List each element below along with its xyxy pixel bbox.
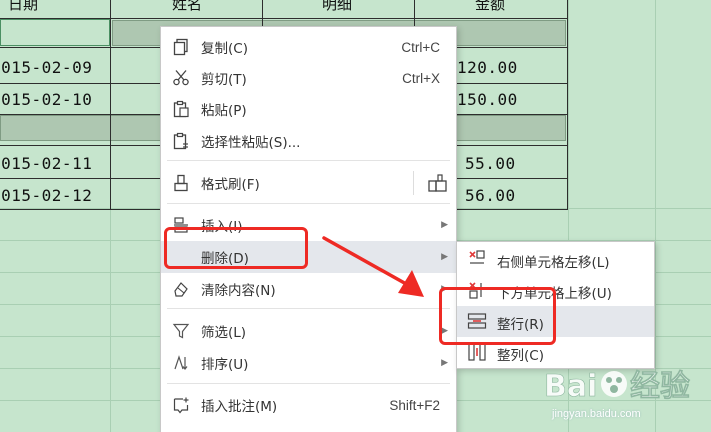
format-brush-icon — [171, 173, 191, 193]
menu-separator — [167, 383, 450, 384]
menu-item-copy[interactable]: 复制(C) Ctrl+C — [161, 31, 456, 63]
annotation-highlight-delete — [164, 227, 308, 269]
chevron-right-icon: ▶ — [441, 252, 448, 262]
table-border — [110, 0, 111, 210]
cell-date[interactable]: 2015-02-12 — [0, 186, 92, 205]
menu-item-label: 剪切(T) — [201, 72, 247, 88]
table-border — [0, 18, 568, 19]
sort-icon — [171, 353, 191, 373]
menu-separator — [167, 160, 450, 161]
cell-date[interactable]: 2015-02-09 — [0, 58, 92, 77]
filter-icon — [171, 321, 191, 341]
menu-item-label: 选择性粘贴(S)... — [201, 135, 301, 151]
menu-divider — [413, 171, 414, 195]
chevron-right-icon: ▶ — [441, 220, 448, 230]
menu-item-paste-special[interactable]: 选择性粘贴(S)... — [161, 125, 456, 157]
submenu-item-label: 整列(C) — [497, 348, 544, 364]
menu-item-shortcut: Shift+F2 — [389, 397, 440, 413]
menu-item-label: 格式刷(F) — [201, 177, 260, 193]
submenu-item-label: 右侧单元格左移(L) — [497, 255, 610, 271]
header-name: 姓名 — [172, 0, 203, 13]
menu-item-insert-comment[interactable]: 插入批注(M) Shift+F2 — [161, 389, 456, 421]
eraser-icon — [171, 279, 191, 299]
menu-item-format-painter[interactable]: 格式刷(F) — [161, 167, 456, 199]
selected-cell[interactable] — [0, 19, 110, 46]
submenu-item-shift-left[interactable]: 右侧单元格左移(L) — [457, 244, 654, 275]
svg-text:经验: 经验 — [630, 369, 690, 404]
paste-special-icon — [171, 131, 191, 151]
shift-left-icon — [467, 249, 487, 269]
menu-item-filter[interactable]: 筛选(L) ▶ — [161, 315, 456, 347]
annotation-highlight-entire-row — [439, 287, 556, 345]
cell-amount[interactable]: 150.00 — [457, 90, 518, 109]
header-date: 日期 — [8, 0, 39, 13]
menu-item-label: 筛选(L) — [201, 325, 247, 341]
header-detail: 明细 — [322, 0, 353, 13]
comment-icon — [171, 395, 191, 415]
menu-item-label: 插入批注(M) — [201, 399, 278, 415]
menu-item-label: 排序(U) — [201, 357, 249, 373]
format-brush-icon[interactable] — [427, 173, 449, 197]
cell-amount[interactable]: 55.00 — [465, 154, 516, 173]
menu-item-label: 粘贴(P) — [201, 103, 247, 119]
menu-item-cut[interactable]: 剪切(T) Ctrl+X — [161, 62, 456, 94]
paste-icon — [171, 99, 191, 119]
menu-item-shortcut: Ctrl+X — [402, 70, 440, 86]
menu-separator — [167, 308, 450, 309]
menu-separator — [167, 203, 450, 204]
menu-item-shortcut: Ctrl+C — [401, 39, 440, 55]
svg-text:Bai: Bai — [544, 369, 597, 404]
copy-icon — [171, 37, 191, 57]
watermark-url: jingyan.baidu.com — [552, 408, 641, 420]
cell-amount[interactable]: 120.00 — [457, 58, 518, 77]
header-amount: 金额 — [475, 0, 506, 13]
entire-column-icon — [467, 342, 487, 362]
menu-item-label: 清除内容(N) — [201, 283, 276, 299]
menu-item-sort[interactable]: 排序(U) ▶ — [161, 347, 456, 379]
menu-item-clear-contents[interactable]: 清除内容(N) ▶ — [161, 273, 456, 305]
menu-item-label: 复制(C) — [201, 41, 248, 57]
table-border — [567, 0, 568, 210]
menu-item-paste[interactable]: 粘贴(P) — [161, 93, 456, 125]
cell-date[interactable]: 2015-02-10 — [0, 90, 92, 109]
chevron-right-icon: ▶ — [441, 358, 448, 368]
scissors-icon — [171, 68, 191, 88]
cell-date[interactable]: 2015-02-11 — [0, 154, 92, 173]
cell-amount[interactable]: 56.00 — [465, 186, 516, 205]
